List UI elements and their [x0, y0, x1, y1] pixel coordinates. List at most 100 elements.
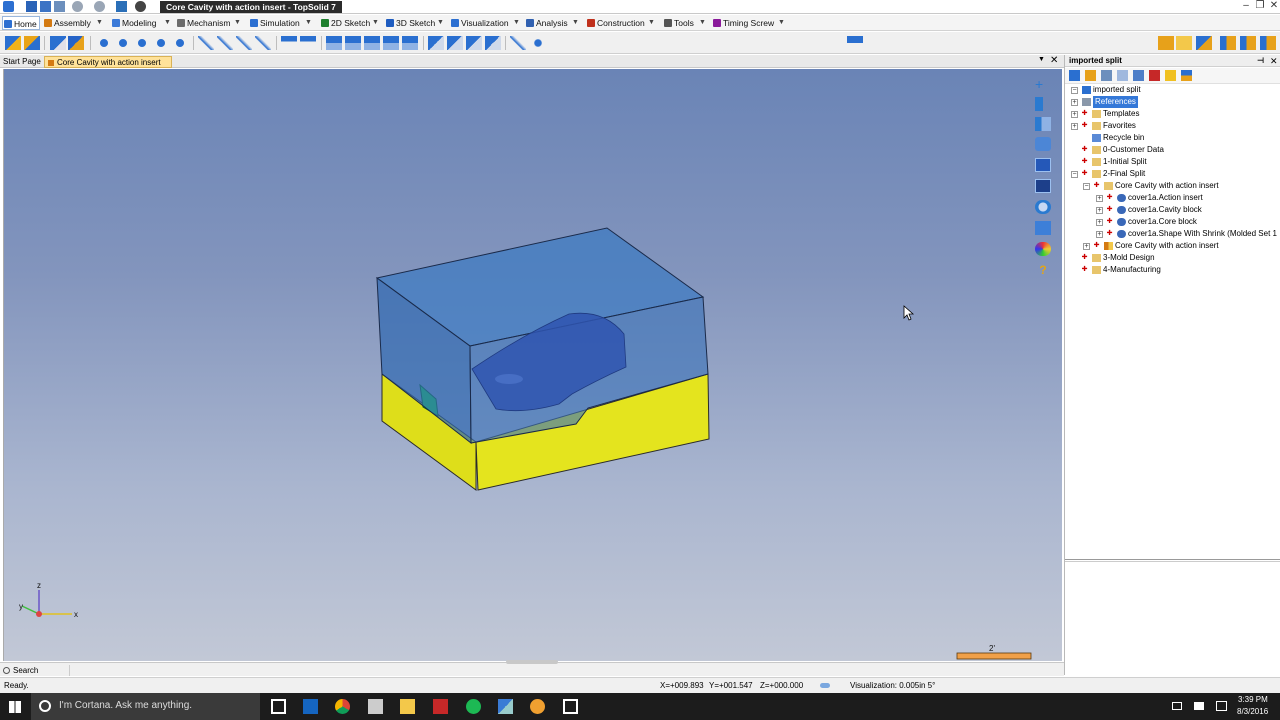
- model-canvas[interactable]: z y x 2': [4, 69, 1062, 661]
- tab-construction[interactable]: Construction ▼: [586, 16, 658, 30]
- boolean-subtract-icon[interactable]: [345, 36, 361, 50]
- tab-start-page[interactable]: Start Page: [0, 56, 44, 68]
- insert-component-icon[interactable]: [5, 36, 21, 50]
- panel-close-button[interactable]: ✕: [1270, 55, 1278, 67]
- camtasia-icon[interactable]: [563, 699, 578, 714]
- parting-icon[interactable]: [485, 36, 501, 50]
- help-icon[interactable]: ?: [1035, 263, 1051, 277]
- tab-analysis[interactable]: Analysis ▼: [525, 16, 582, 30]
- highlight-tool-icon[interactable]: [1158, 36, 1174, 50]
- expand-toggle[interactable]: +: [1071, 111, 1078, 118]
- monitor-icon[interactable]: [368, 699, 383, 714]
- tab-list-dropdown-icon[interactable]: ▼: [1038, 56, 1045, 63]
- xmind-icon[interactable]: [498, 699, 513, 714]
- horizontal-scrollbar[interactable]: [506, 660, 558, 664]
- tab-mechanism[interactable]: Mechanism ▼: [176, 16, 244, 30]
- tab-assembly[interactable]: Assembly ▼: [43, 16, 107, 30]
- options-dropdown-icon[interactable]: [530, 36, 546, 50]
- extrude-icon[interactable]: [281, 36, 297, 50]
- chevron-down-icon[interactable]: ▼: [234, 16, 241, 30]
- sketch-line-icon[interactable]: [198, 36, 214, 50]
- section-icon[interactable]: [1035, 117, 1051, 131]
- undo-icon[interactable]: [72, 1, 83, 12]
- sync-icon[interactable]: [1181, 70, 1192, 81]
- file-explorer-icon[interactable]: [400, 699, 415, 714]
- pin-icon[interactable]: ⊣: [1257, 55, 1264, 67]
- collapse-toggle[interactable]: −: [1071, 171, 1078, 178]
- collapse-toggle[interactable]: −: [1071, 87, 1078, 94]
- warning-icon[interactable]: [1165, 70, 1176, 81]
- clock-date[interactable]: 8/3/2016: [1237, 707, 1268, 716]
- sort-icon[interactable]: [1117, 70, 1128, 81]
- panel-splitter[interactable]: [1065, 559, 1280, 560]
- topsolid-taskbar-icon[interactable]: [530, 699, 545, 714]
- filezilla-icon[interactable]: [433, 699, 448, 714]
- add-icon[interactable]: +: [1035, 77, 1051, 91]
- outlook-icon[interactable]: [303, 699, 318, 714]
- pattern-icon[interactable]: [50, 36, 66, 50]
- tab-visualization[interactable]: Visualization ▼: [450, 16, 522, 30]
- chevron-down-icon[interactable]: ▼: [699, 16, 706, 30]
- color-wheel-icon[interactable]: [1035, 242, 1051, 256]
- close-document-button[interactable]: ✕: [1050, 55, 1058, 66]
- clock-time[interactable]: 3:39 PM: [1238, 695, 1268, 704]
- draft-icon[interactable]: [402, 36, 418, 50]
- zoom-icon[interactable]: [1035, 200, 1051, 214]
- split-view-icon[interactable]: [1240, 36, 1256, 50]
- shading-icon[interactable]: [1035, 221, 1051, 235]
- replace-component-icon[interactable]: [68, 36, 84, 50]
- constraint-plane-icon[interactable]: [115, 36, 131, 50]
- shell-icon[interactable]: [383, 36, 399, 50]
- tab-modeling[interactable]: Modeling ▼: [111, 16, 173, 30]
- tab-tools[interactable]: Tools ▼: [663, 16, 709, 30]
- filter-tree-icon[interactable]: [1133, 70, 1144, 81]
- view-cube-icon[interactable]: [1035, 158, 1051, 172]
- chevron-down-icon[interactable]: ▼: [778, 16, 785, 30]
- notification-icon[interactable]: [1216, 701, 1227, 711]
- boolean-union-icon[interactable]: [326, 36, 342, 50]
- pen-icon[interactable]: [116, 1, 127, 12]
- 3d-viewport[interactable]: z y x 2' + ?: [4, 69, 1062, 661]
- close-button[interactable]: ✕: [1268, 0, 1280, 13]
- rotate-icon[interactable]: [1035, 137, 1051, 151]
- search-tab[interactable]: Search: [2, 665, 70, 676]
- collapse-toggle[interactable]: −: [1083, 183, 1090, 190]
- include-component-icon[interactable]: [24, 36, 40, 50]
- expand-toggle[interactable]: +: [1096, 231, 1103, 238]
- redo-icon[interactable]: [94, 1, 105, 12]
- maximize-button[interactable]: ❐: [1254, 0, 1266, 13]
- expand-toggle[interactable]: +: [1096, 195, 1103, 202]
- pan-icon[interactable]: [1035, 97, 1051, 111]
- tab-timing-screw[interactable]: Timing Screw ▼: [712, 16, 790, 30]
- minimize-button[interactable]: ‒: [1240, 0, 1252, 13]
- boolean-intersect-icon[interactable]: [364, 36, 380, 50]
- tab-3d-sketch[interactable]: 3D Sketch ▼: [385, 16, 447, 30]
- sketch-arc-icon[interactable]: [217, 36, 233, 50]
- chevron-down-icon[interactable]: ▼: [305, 16, 312, 30]
- sketch-profile-icon[interactable]: [255, 36, 271, 50]
- constraint-frame-icon[interactable]: [172, 36, 188, 50]
- panels-icon[interactable]: [1260, 36, 1276, 50]
- chrome-icon[interactable]: [335, 699, 350, 714]
- tab-home[interactable]: Home: [2, 16, 40, 30]
- windows-start-icon[interactable]: [9, 701, 21, 713]
- expand-toggle[interactable]: +: [1071, 123, 1078, 130]
- new-document-icon[interactable]: [26, 1, 37, 12]
- constraint-fixed-icon[interactable]: [96, 36, 112, 50]
- collapse-icon[interactable]: [1101, 70, 1112, 81]
- constraint-point-icon[interactable]: [153, 36, 169, 50]
- network-icon[interactable]: [1172, 702, 1182, 710]
- zoom-window-icon[interactable]: [1035, 179, 1051, 193]
- measure-icon[interactable]: [510, 36, 526, 50]
- snap-icon[interactable]: [820, 683, 830, 688]
- task-view-icon[interactable]: [271, 699, 286, 714]
- chevron-down-icon[interactable]: ▼: [648, 16, 655, 30]
- revolve-icon[interactable]: [300, 36, 316, 50]
- expand-toggle[interactable]: +: [1096, 207, 1103, 214]
- filter-icon[interactable]: [847, 36, 863, 50]
- spotify-icon[interactable]: [466, 699, 481, 714]
- cortana-search-box[interactable]: I'm Cortana. Ask me anything.: [31, 693, 260, 720]
- chevron-down-icon[interactable]: ▼: [372, 16, 379, 30]
- volume-icon[interactable]: [1194, 702, 1204, 710]
- expand-toggle[interactable]: +: [1096, 219, 1103, 226]
